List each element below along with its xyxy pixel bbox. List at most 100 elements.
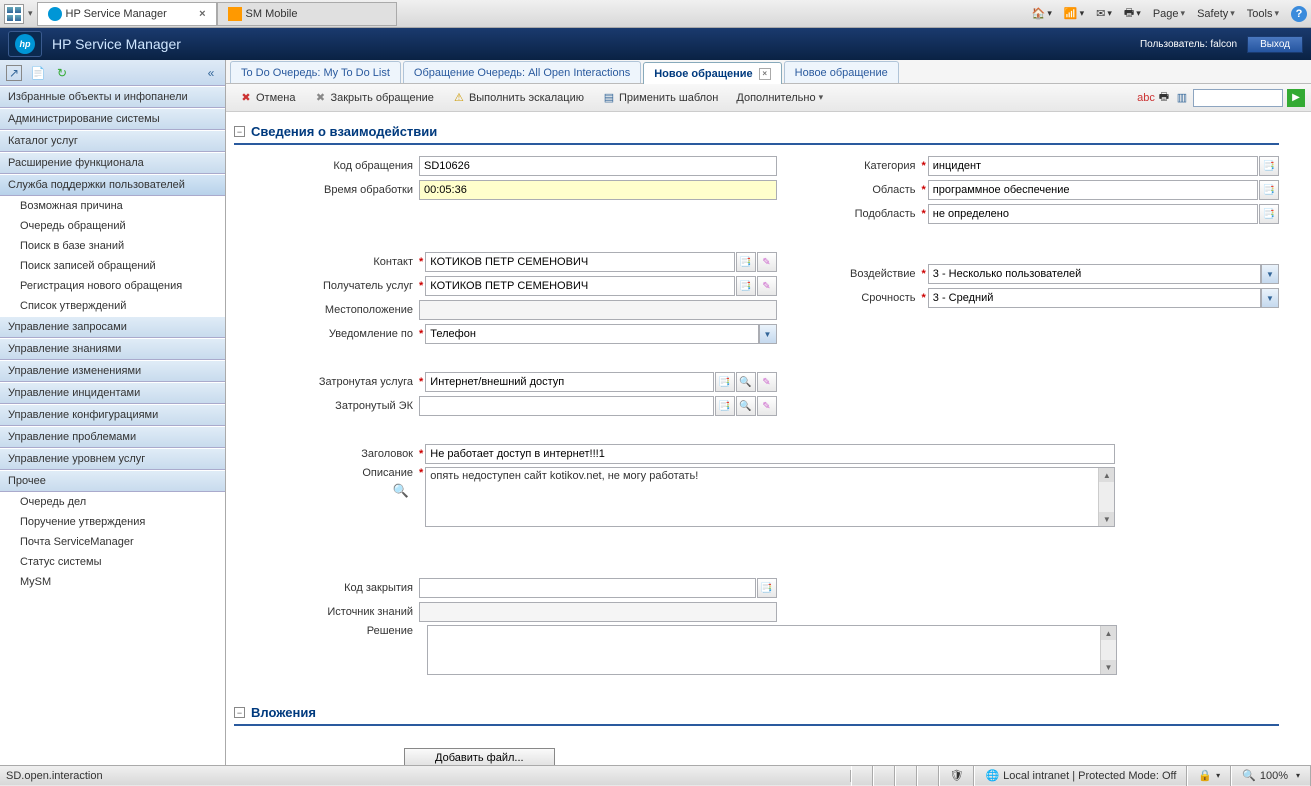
print-icon[interactable]: 🖶▾ xyxy=(1124,4,1141,23)
sidebar-item[interactable]: Поручение утверждения xyxy=(0,512,225,532)
sidebar-section[interactable]: Расширение функционала xyxy=(0,152,225,174)
sidebar-section[interactable]: Каталог услуг xyxy=(0,130,225,152)
content-tab[interactable]: Новое обращение× xyxy=(643,62,781,84)
tools-menu[interactable]: Tools xyxy=(1247,8,1279,20)
title-field[interactable] xyxy=(425,444,1115,464)
sidebar-section[interactable]: Управление знаниями xyxy=(0,338,225,360)
lookup-icon[interactable]: 📑 xyxy=(715,396,735,416)
resolution-field[interactable]: ▲▼ xyxy=(427,625,1117,675)
dropdown-icon[interactable]: ▼ xyxy=(1261,264,1279,284)
content-tab[interactable]: Новое обращение xyxy=(784,61,899,83)
tab-close-icon[interactable]: × xyxy=(759,68,771,80)
collapse-section-icon[interactable]: − xyxy=(234,126,245,137)
subarea-field[interactable] xyxy=(928,204,1258,224)
add-icon[interactable]: 📄 xyxy=(30,65,46,81)
sidebar: ↗ 📄 ↻ « Избранные объекты и инфопанелиАд… xyxy=(0,60,226,765)
detail-icon[interactable]: ✎ xyxy=(757,372,777,392)
protected-mode-icon[interactable]: 🔒▾ xyxy=(1187,766,1231,786)
content-tab[interactable]: Обращение Очередь: All Open Interactions xyxy=(403,61,641,83)
detail-icon[interactable]: ✎ xyxy=(757,396,777,416)
sidebar-item[interactable]: Статус системы xyxy=(0,552,225,572)
sidebar-section[interactable]: Управление уровнем услуг xyxy=(0,448,225,470)
sidebar-item[interactable]: Поиск в базе знаний xyxy=(0,236,225,256)
tab-close-icon[interactable]: × xyxy=(199,8,205,20)
area-field[interactable] xyxy=(928,180,1258,200)
security-zone[interactable]: 🌐Local intranet | Protected Mode: Off xyxy=(974,766,1187,786)
sidebar-section[interactable]: Служба поддержки пользователей xyxy=(0,174,225,196)
go-button[interactable]: ▶ xyxy=(1287,89,1305,107)
closure-field[interactable] xyxy=(419,578,756,598)
search-icon[interactable]: 🔍 xyxy=(736,396,756,416)
category-field[interactable] xyxy=(928,156,1258,176)
collapse-sidebar-icon[interactable]: « xyxy=(203,65,219,81)
lookup-icon[interactable]: 📑 xyxy=(1259,204,1279,224)
tab-grid-icon[interactable] xyxy=(4,4,24,24)
recipient-field[interactable] xyxy=(425,276,734,296)
description-field[interactable]: опять недоступен сайт kotikov.net, не мо… xyxy=(425,467,1115,527)
sidebar-item[interactable]: MySM xyxy=(0,572,225,592)
closure-label: Код закрытия xyxy=(294,582,419,594)
lookup-icon[interactable]: 📑 xyxy=(1259,156,1279,176)
browser-tab-0[interactable]: HP Service Manager × xyxy=(37,2,217,26)
screen-icon[interactable]: ▥ xyxy=(1175,91,1189,105)
more-button[interactable]: Дополнительно xyxy=(729,89,830,107)
urgency-field[interactable] xyxy=(928,288,1261,308)
home-icon[interactable]: 🏠▾ xyxy=(1032,7,1052,20)
ci-field[interactable] xyxy=(419,396,714,416)
app-title: HP Service Manager xyxy=(52,36,181,52)
lookup-icon[interactable]: 📑 xyxy=(736,276,756,296)
refresh-icon[interactable]: ↻ xyxy=(54,65,70,81)
lookup-icon[interactable]: 📑 xyxy=(757,578,777,598)
search-input[interactable] xyxy=(1193,89,1283,107)
lookup-icon[interactable]: 📑 xyxy=(1259,180,1279,200)
impact-field[interactable] xyxy=(928,264,1261,284)
id-label: Код обращения xyxy=(294,160,419,172)
sidebar-section[interactable]: Управление конфигурациями xyxy=(0,404,225,426)
sidebar-item[interactable]: Возможная причина xyxy=(0,196,225,216)
dropdown-icon[interactable]: ▼ xyxy=(1261,288,1279,308)
service-field[interactable] xyxy=(425,372,713,392)
popup-blocker-icon[interactable]: 🛡 xyxy=(939,766,975,786)
close-record-button[interactable]: ✖Закрыть обращение xyxy=(306,88,440,108)
sidebar-item[interactable]: Почта ServiceManager xyxy=(0,532,225,552)
sidebar-section[interactable]: Управление запросами xyxy=(0,316,225,338)
sidebar-item[interactable]: Очередь обращений xyxy=(0,216,225,236)
sidebar-item[interactable]: Регистрация нового обращения xyxy=(0,276,225,296)
content-tab[interactable]: To Do Очередь: My To Do List xyxy=(230,61,401,83)
apply-template-button[interactable]: ▤Применить шаблон xyxy=(595,88,725,108)
spellcheck-icon[interactable]: abc xyxy=(1139,91,1153,105)
exit-button[interactable]: Выход xyxy=(1247,36,1303,53)
sidebar-item[interactable]: Очередь дел xyxy=(0,492,225,512)
zoom-control[interactable]: 🔍100%▾ xyxy=(1231,766,1311,786)
collapse-section-icon[interactable]: − xyxy=(234,707,245,718)
dropdown-icon[interactable]: ▼ xyxy=(759,324,777,344)
magnify-icon[interactable]: 🔍 xyxy=(294,479,419,499)
safety-menu[interactable]: Safety xyxy=(1197,8,1235,20)
sidebar-section[interactable]: Избранные объекты и инфопанели xyxy=(0,86,225,108)
help-icon[interactable]: ? xyxy=(1291,6,1307,22)
sidebar-section[interactable]: Управление изменениями xyxy=(0,360,225,382)
detail-icon[interactable]: ✎ xyxy=(757,276,777,296)
add-file-button[interactable]: Добавить файл... xyxy=(404,748,555,765)
sidebar-section[interactable]: Администрирование системы xyxy=(0,108,225,130)
sidebar-section[interactable]: Прочее xyxy=(0,470,225,492)
page-menu[interactable]: Page xyxy=(1153,8,1185,20)
expand-icon[interactable]: ↗ xyxy=(6,65,22,81)
browser-tab-1[interactable]: SM Mobile xyxy=(217,2,397,26)
escalate-button[interactable]: ⚠Выполнить эскалацию xyxy=(445,88,591,108)
sidebar-section[interactable]: Управление инцидентами xyxy=(0,382,225,404)
contact-field[interactable] xyxy=(425,252,734,272)
detail-icon[interactable]: ✎ xyxy=(757,252,777,272)
lookup-icon[interactable]: 📑 xyxy=(736,252,756,272)
sidebar-item[interactable]: Поиск записей обращений xyxy=(0,256,225,276)
search-icon[interactable]: 🔍 xyxy=(736,372,756,392)
notify-field[interactable] xyxy=(425,324,758,344)
id-field[interactable] xyxy=(419,156,777,176)
lookup-icon[interactable]: 📑 xyxy=(715,372,735,392)
mail-icon[interactable]: ✉▾ xyxy=(1096,7,1112,20)
print-action-icon[interactable]: 🖶 xyxy=(1157,91,1171,105)
cancel-button[interactable]: ✖Отмена xyxy=(232,88,302,108)
sidebar-item[interactable]: Список утверждений xyxy=(0,296,225,316)
sidebar-section[interactable]: Управление проблемами xyxy=(0,426,225,448)
feeds-icon[interactable]: 📶▾ xyxy=(1064,7,1084,20)
